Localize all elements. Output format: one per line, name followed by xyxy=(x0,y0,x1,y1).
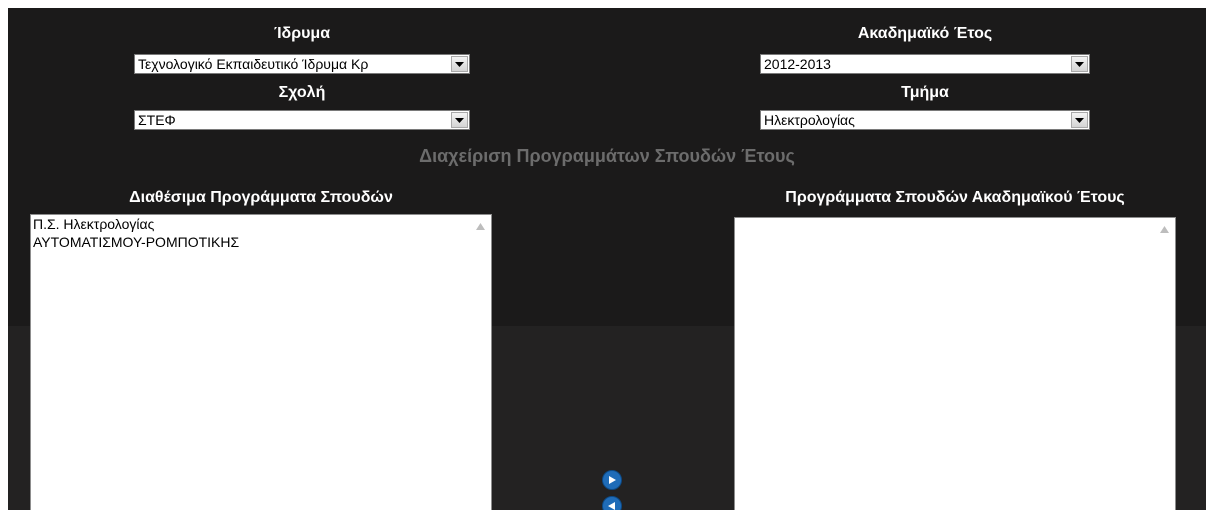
arrow-right-icon xyxy=(609,476,616,484)
add-program-button[interactable] xyxy=(602,470,622,490)
school-select[interactable]: ΣΤΕΦ xyxy=(134,110,470,130)
year-programs-title: Προγράμματα Σπουδών Ακαδημαϊκού Έτους xyxy=(785,189,1125,206)
institution-select-value: Τεχνολογικό Εκπαιδευτικό Ίδρυμα Κρ xyxy=(138,56,369,72)
academic-year-select-value: 2012-2013 xyxy=(764,56,831,72)
chevron-down-icon[interactable] xyxy=(1071,56,1088,72)
available-programs-list[interactable]: Π.Σ. Ηλεκτρολογίας ΑΥΤΟΜΑΤΙΣΜΟΥ-ΡΟΜΠΟΤΙΚ… xyxy=(30,214,492,510)
institution-select[interactable]: Τεχνολογικό Εκπαιδευτικό Ίδρυμα Κρ xyxy=(134,54,470,74)
chevron-down-icon[interactable] xyxy=(451,112,468,128)
arrow-left-icon xyxy=(608,502,615,510)
academic-year-select[interactable]: 2012-2013 xyxy=(760,54,1090,74)
page-title: Διαχείριση Προγραμμάτων Σπουδών Έτους xyxy=(419,146,795,166)
available-programs-title: Διαθέσιμα Προγράμματα Σπουδών xyxy=(129,189,393,206)
chevron-down-icon[interactable] xyxy=(1071,112,1088,128)
scroll-up-icon[interactable] xyxy=(1160,226,1169,233)
department-select[interactable]: Ηλεκτρολογίας xyxy=(760,110,1090,130)
remove-program-button[interactable] xyxy=(602,496,622,510)
year-programs-list[interactable] xyxy=(734,217,1176,510)
school-select-value: ΣΤΕΦ xyxy=(138,112,176,128)
chevron-down-icon[interactable] xyxy=(451,56,468,72)
academic-year-label: Ακαδημαϊκό Έτος xyxy=(857,25,993,42)
department-label: Τμήμα xyxy=(901,84,949,101)
scroll-up-icon[interactable] xyxy=(476,223,485,230)
management-panel: Ίδρυμα Τεχνολογικό Εκπαιδευτικό Ίδρυμα Κ… xyxy=(8,8,1206,510)
institution-label: Ίδρυμα xyxy=(273,25,331,42)
list-item[interactable]: Π.Σ. Ηλεκτρολογίας xyxy=(31,215,491,233)
department-select-value: Ηλεκτρολογίας xyxy=(764,112,855,128)
school-label: Σχολή xyxy=(278,84,326,101)
list-item[interactable]: ΑΥΤΟΜΑΤΙΣΜΟΥ-ΡΟΜΠΟΤΙΚΗΣ xyxy=(31,233,491,251)
